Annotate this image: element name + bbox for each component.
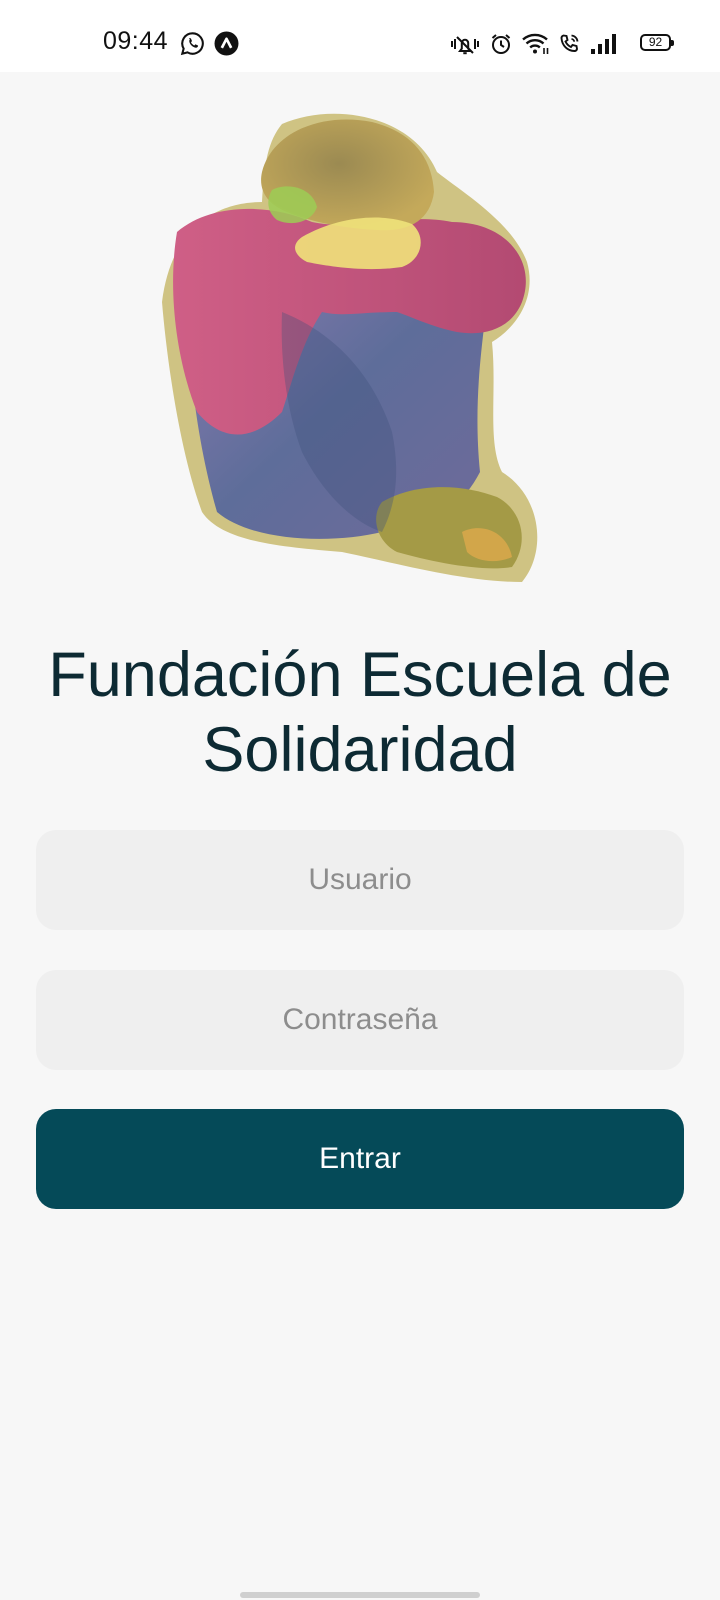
alarm-icon [491, 34, 511, 54]
status-time: 09:44 [103, 27, 169, 55]
mute-vibrate-icon [451, 36, 479, 55]
app-notification-icon [214, 31, 239, 56]
wifi-calling-icon [560, 34, 579, 52]
status-bar: 09:44 92 [0, 0, 720, 72]
password-input[interactable] [36, 970, 684, 1070]
whatsapp-icon [180, 32, 204, 56]
battery-level: 92 [648, 35, 663, 49]
battery-icon: 92 [640, 34, 674, 51]
page-title: Fundación Escuela de Solidaridad [48, 640, 672, 785]
child-watercolor-illustration [162, 113, 538, 582]
username-input[interactable] [36, 830, 684, 930]
home-indicator[interactable] [240, 1592, 480, 1598]
login-button[interactable]: Entrar [36, 1109, 684, 1209]
signal-icon [591, 34, 616, 54]
wifi-icon [522, 33, 549, 54]
